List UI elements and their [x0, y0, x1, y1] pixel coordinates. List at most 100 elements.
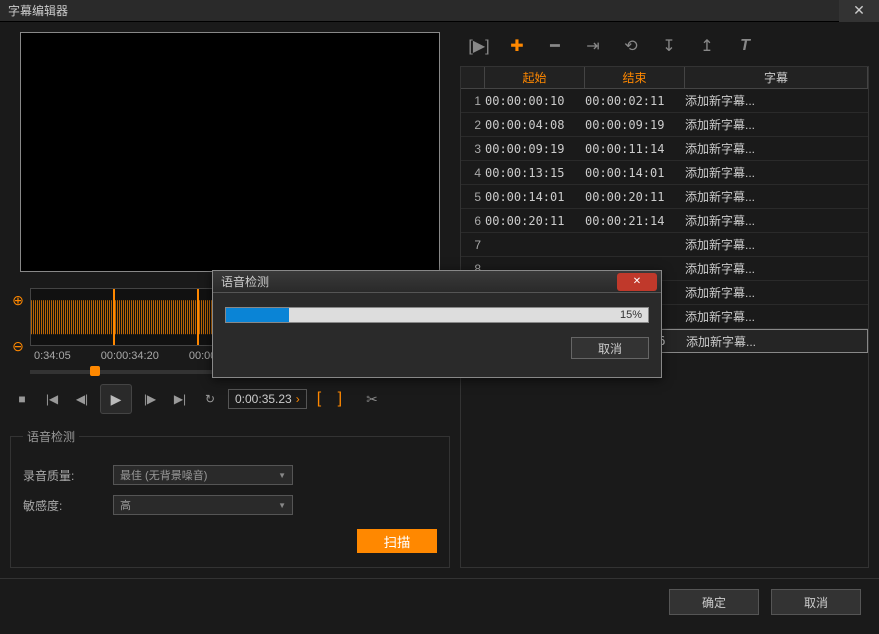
col-text[interactable]: 字幕 [685, 67, 868, 88]
sensitivity-value: 高 [120, 497, 131, 513]
row-index: 3 [461, 142, 485, 156]
dialog-close-button[interactable]: ✕ [617, 273, 657, 291]
frame-back-icon: ◀| [76, 392, 88, 406]
progress-percent: 15% [620, 308, 642, 322]
row-text: 添加新字幕... [685, 260, 868, 277]
stepper-icon: › [296, 392, 300, 406]
transport-bar: ■ |◀ ◀| ▶ |▶ ▶| ↻ 0:00:35.23› [ ] ✂ [10, 384, 450, 414]
progress-dialog: 语音检测 ✕ 15% 取消 [212, 270, 662, 378]
quality-value: 最佳 (无背景噪音) [120, 467, 207, 483]
table-row[interactable]: 500:00:14:0100:00:20:11添加新字幕... [461, 185, 868, 209]
merge-button[interactable]: ⇥ [582, 36, 604, 56]
row-end: 00:00:11:14 [585, 142, 685, 156]
progress-dialog-titlebar: 语音检测 ✕ [213, 271, 661, 293]
slider-thumb[interactable] [90, 366, 100, 376]
timecode-display[interactable]: 0:00:35.23› [228, 389, 307, 409]
quality-label: 录音质量: [23, 467, 103, 484]
row-start: 00:00:20:11 [485, 214, 585, 228]
scissors-icon: ✂ [366, 391, 378, 407]
chevron-down-icon: ▼ [278, 501, 286, 510]
voice-detect-legend: 语音检测 [23, 428, 79, 445]
prev-cue-button[interactable]: |◀ [40, 387, 64, 411]
row-start: 00:00:04:08 [485, 118, 585, 132]
row-end: 00:00:21:14 [585, 214, 685, 228]
zoom-in-button[interactable]: ⊕ [10, 292, 26, 308]
text-style-button[interactable]: T [734, 36, 756, 56]
col-index [461, 67, 485, 88]
close-icon: ✕ [633, 276, 641, 287]
stop-button[interactable]: ■ [10, 387, 34, 411]
table-row[interactable]: 300:00:09:1900:00:11:14添加新字幕... [461, 137, 868, 161]
cancel-button[interactable]: 取消 [771, 589, 861, 615]
row-end: 00:00:20:11 [585, 190, 685, 204]
row-text: 添加新字幕... [685, 116, 868, 133]
export-icon: ↥ [700, 36, 713, 56]
row-text: 添加新字幕... [685, 140, 868, 157]
step-back-button[interactable]: ◀| [70, 387, 94, 411]
table-row[interactable]: 400:00:13:1500:00:14:01添加新字幕... [461, 161, 868, 185]
zoom-out-icon: ⊖ [12, 338, 24, 355]
row-start: 00:00:14:01 [485, 190, 585, 204]
row-end: 00:00:09:19 [585, 118, 685, 132]
frame-fwd-icon: |▶ [144, 392, 156, 406]
dialog-cancel-button[interactable]: 取消 [571, 337, 649, 359]
voice-detect-group: 语音检测 录音质量: 最佳 (无背景噪音) ▼ 敏感度: 高 ▼ 扫描 [10, 428, 450, 568]
shift-button[interactable]: ⟲ [620, 36, 642, 56]
row-index: 2 [461, 118, 485, 132]
col-end[interactable]: 结束 [585, 67, 685, 88]
row-start: 00:00:13:15 [485, 166, 585, 180]
progress-fill [226, 308, 289, 322]
stop-icon: ■ [18, 392, 25, 406]
row-end: 00:00:02:11 [585, 94, 685, 108]
shift-icon: ⟲ [624, 36, 637, 56]
scan-button[interactable]: 扫描 [357, 529, 437, 553]
table-row[interactable]: 100:00:00:1000:00:02:11添加新字幕... [461, 89, 868, 113]
cut-button[interactable]: ✂ [366, 391, 378, 408]
chevron-down-icon: ▼ [278, 471, 286, 480]
remove-subtitle-button[interactable]: ━ [544, 36, 566, 56]
table-row[interactable]: 7 添加新字幕... [461, 233, 868, 257]
row-index: 7 [461, 238, 485, 252]
loop-button[interactable]: ↻ [198, 387, 222, 411]
col-start[interactable]: 起始 [485, 67, 585, 88]
dialog-footer: 确定 取消 [0, 578, 879, 625]
row-end: 00:00:14:01 [585, 166, 685, 180]
ok-button[interactable]: 确定 [669, 589, 759, 615]
row-start: 00:00:00:10 [485, 94, 585, 108]
next-cue-button[interactable]: ▶| [168, 387, 192, 411]
export-button[interactable]: ↥ [696, 36, 718, 56]
loop-icon: ↻ [205, 392, 215, 406]
sensitivity-select[interactable]: 高 ▼ [113, 495, 293, 515]
zoom-out-button[interactable]: ⊖ [10, 338, 26, 354]
row-text: 添加新字幕... [686, 333, 867, 350]
add-subtitle-button[interactable]: ✚ [506, 36, 528, 56]
table-row[interactable]: 600:00:20:1100:00:21:14添加新字幕... [461, 209, 868, 233]
minus-icon: ━ [550, 36, 560, 56]
row-text: 添加新字幕... [685, 308, 868, 325]
window-title: 字幕编辑器 [8, 2, 68, 19]
text-icon: T [740, 37, 750, 55]
plus-icon: ✚ [510, 36, 523, 56]
subtitle-toolbar: [▶] ✚ ━ ⇥ ⟲ ↧ ↥ T [460, 32, 869, 66]
skip-back-icon: |◀ [46, 392, 58, 406]
table-row[interactable]: 200:00:04:0800:00:09:19添加新字幕... [461, 113, 868, 137]
row-index: 4 [461, 166, 485, 180]
quality-select[interactable]: 最佳 (无背景噪音) ▼ [113, 465, 293, 485]
merge-icon: ⇥ [586, 36, 599, 56]
step-fwd-button[interactable]: |▶ [138, 387, 162, 411]
close-button[interactable]: ✕ [839, 0, 879, 22]
import-button[interactable]: ↧ [658, 36, 680, 56]
row-text: 添加新字幕... [685, 236, 868, 253]
titlebar: 字幕编辑器 ✕ [0, 0, 879, 22]
play-button[interactable]: ▶ [100, 384, 132, 414]
row-text: 添加新字幕... [685, 284, 868, 301]
play-range-button[interactable]: [▶] [468, 36, 490, 56]
row-index: 1 [461, 94, 485, 108]
row-text: 添加新字幕... [685, 212, 868, 229]
progress-bar: 15% [225, 307, 649, 323]
zoom-in-icon: ⊕ [12, 292, 24, 309]
play-range-icon: [▶] [468, 36, 489, 56]
sensitivity-label: 敏感度: [23, 497, 103, 514]
time-label: 00:00:34:20 [101, 350, 159, 362]
mark-in-out[interactable]: [ ] [317, 390, 348, 408]
